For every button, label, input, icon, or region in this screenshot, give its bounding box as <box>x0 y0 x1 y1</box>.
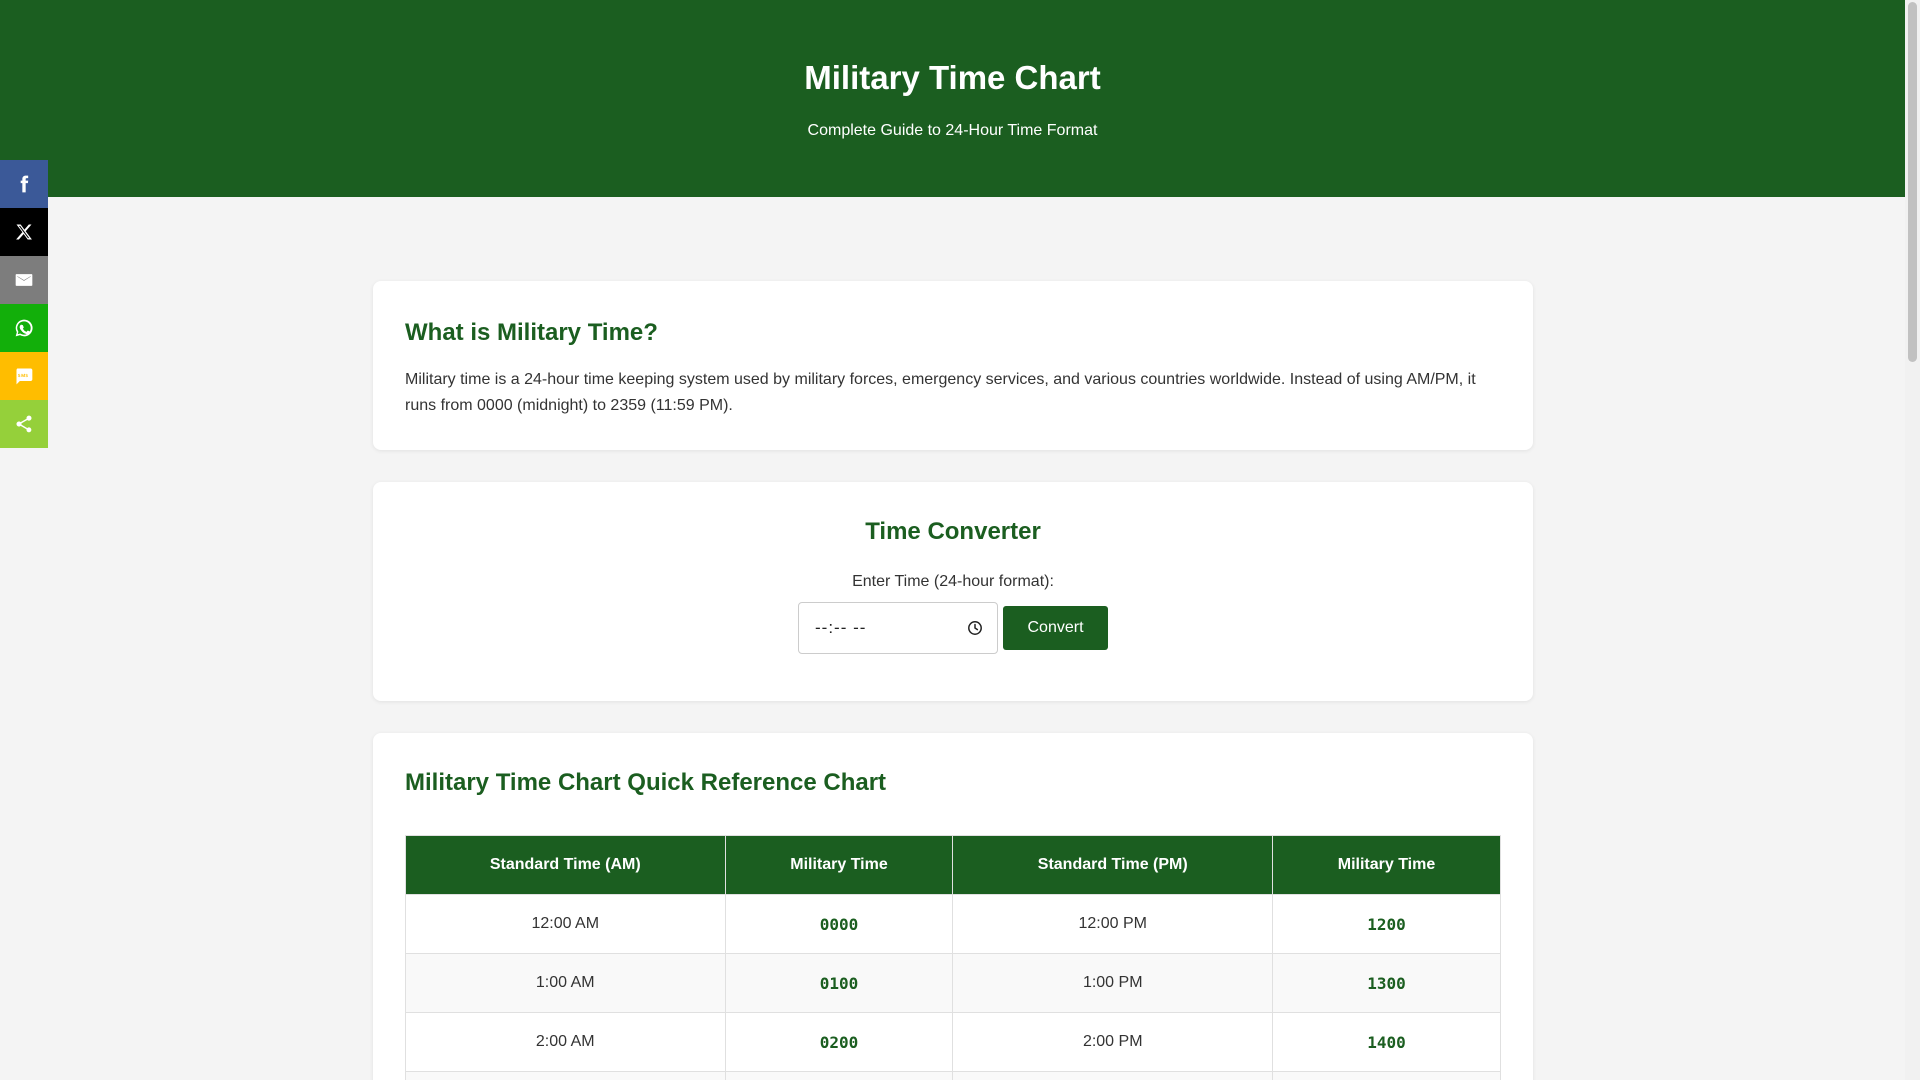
time-input-value[interactable]: --:-- -- <box>815 618 967 638</box>
converter-heading: Time Converter <box>865 518 1041 545</box>
table-cell: 1:00 PM <box>952 953 1273 1013</box>
table-cell: 1:00 AM <box>405 953 726 1013</box>
column-header: Military Time <box>1272 835 1501 895</box>
intro-body: Military time is a 24-hour time keeping … <box>405 371 1476 414</box>
intro-heading: What is Military Time? <box>405 319 658 346</box>
share-sms-button[interactable] <box>0 352 48 400</box>
table-row <box>405 1071 1501 1080</box>
table-cell: 12:00 AM <box>405 894 726 954</box>
page-title: Military Time Chart <box>804 59 1101 96</box>
share-facebook-button[interactable] <box>0 160 48 208</box>
share-icon <box>16 415 32 433</box>
table-cell <box>952 1071 1273 1080</box>
intro-card: What is Military Time? Military time is … <box>373 281 1533 450</box>
sms-icon <box>16 368 33 385</box>
share-whatsapp-button[interactable] <box>0 304 48 352</box>
table-cell: 0000 <box>724 894 954 954</box>
converter-card: Time Converter Enter Time (24-hour forma… <box>373 482 1533 701</box>
clock-icon[interactable] <box>967 620 983 636</box>
table-row: 1:00 AM 0100 1:00 PM 1300 <box>405 953 1501 1013</box>
table-cell: 1400 <box>1272 1012 1501 1072</box>
converter-label: Enter Time (24-hour format): <box>852 573 1054 590</box>
convert-button[interactable]: Convert <box>1003 606 1108 650</box>
table-cell <box>1272 1071 1501 1080</box>
table-cell: 0100 <box>724 953 954 1013</box>
table-cell: 2:00 PM <box>952 1012 1273 1072</box>
column-header: Standard Time (AM) <box>405 835 726 895</box>
site-header: Military Time Chart Complete Guide to 24… <box>0 0 1905 197</box>
table-cell: 0200 <box>724 1012 954 1072</box>
table-cell: 12:00 PM <box>952 894 1273 954</box>
whatsapp-icon <box>15 319 33 337</box>
table-row: 2:00 AM 0200 2:00 PM 1400 <box>405 1012 1501 1072</box>
reference-table: Standard Time (AM) Military Time Standar… <box>405 835 1501 1080</box>
reference-heading: Military Time Chart Quick Reference Char… <box>405 769 887 796</box>
table-header-row: Standard Time (AM) Military Time Standar… <box>405 835 1501 895</box>
table-cell <box>405 1071 726 1080</box>
page-subtitle: Complete Guide to 24-Hour Time Format <box>807 122 1098 139</box>
column-header: Standard Time (PM) <box>952 835 1273 895</box>
x-twitter-icon <box>16 224 32 240</box>
share-more-button[interactable] <box>0 400 48 448</box>
share-sidebar <box>0 160 48 448</box>
table-row: 12:00 AM 0000 12:00 PM 1200 <box>405 894 1501 954</box>
page: Military Time Chart Complete Guide to 24… <box>0 0 1920 1080</box>
table-cell: 2:00 AM <box>405 1012 726 1072</box>
column-header: Military Time <box>724 835 954 895</box>
vertical-scrollbar[interactable] <box>1905 0 1920 1080</box>
table-cell <box>724 1071 954 1080</box>
time-input[interactable]: --:-- -- <box>798 602 998 654</box>
facebook-icon <box>20 175 29 193</box>
scrollbar-thumb[interactable] <box>1908 2 1917 362</box>
table-cell: 1300 <box>1272 953 1501 1013</box>
reference-card: Military Time Chart Quick Reference Char… <box>373 733 1533 1080</box>
share-email-button[interactable] <box>0 256 48 304</box>
table-cell: 1200 <box>1272 894 1501 954</box>
email-icon <box>15 274 33 286</box>
share-x-button[interactable] <box>0 208 48 256</box>
